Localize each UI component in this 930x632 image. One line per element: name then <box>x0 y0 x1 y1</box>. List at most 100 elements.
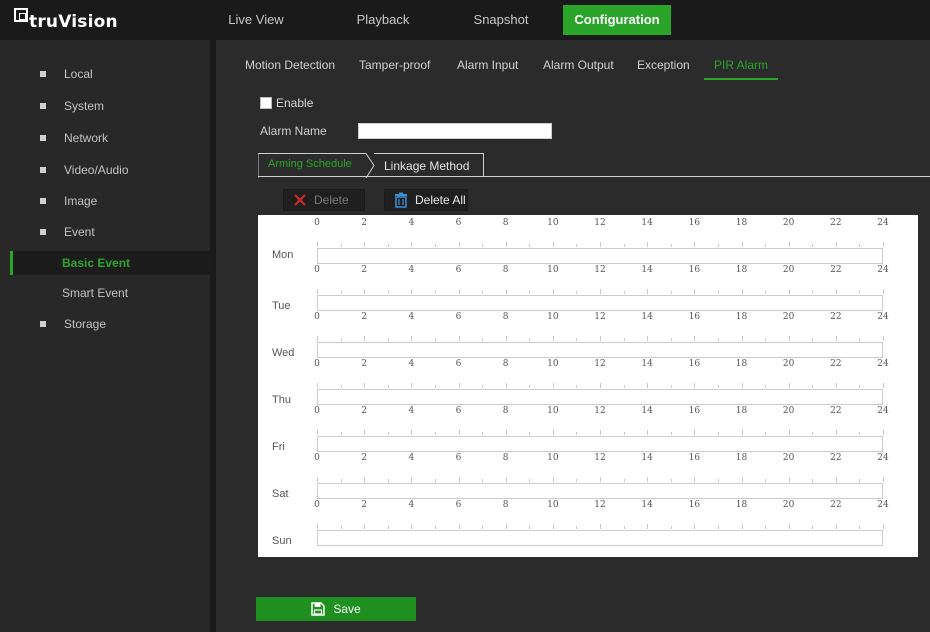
schedule-row-thu: Thu 0 2 4 6 8 10 12 14 16 18 20 22 24 <box>258 356 918 406</box>
subtab-alarm-input[interactable]: Alarm Input <box>457 58 518 80</box>
nav-tab-playback[interactable]: Playback <box>350 5 416 35</box>
brand-name: truVision <box>29 12 118 32</box>
hour-tick <box>482 338 484 341</box>
hour-tick <box>788 336 790 341</box>
tab-linkage-method[interactable]: Linkage Method <box>374 153 484 177</box>
subtab-exception[interactable]: Exception <box>637 58 690 80</box>
hour-label: 10 <box>547 218 559 228</box>
sidebar-item-label: Network <box>64 131 109 145</box>
hour-tick <box>340 526 342 529</box>
hour-tick <box>623 479 625 482</box>
sidebar-item-smart-event[interactable]: Smart Event <box>10 281 210 305</box>
truvision-logo-icon <box>14 8 28 22</box>
hour-tick <box>717 338 719 341</box>
hour-tick <box>529 432 531 435</box>
hour-label: 24 <box>877 500 889 510</box>
sidebar-item-system[interactable]: System <box>10 94 210 118</box>
hour-tick <box>576 291 578 294</box>
hour-label: 16 <box>688 265 701 275</box>
hour-tick <box>694 477 696 482</box>
hour-label: 6 <box>455 265 462 275</box>
hour-tick <box>694 383 696 388</box>
hour-label: 18 <box>735 312 748 322</box>
hour-label: 24 <box>877 406 889 416</box>
hour-tick <box>788 289 790 294</box>
hour-tick <box>788 524 790 529</box>
nav-tab-configuration[interactable]: Configuration <box>563 5 671 35</box>
hour-tick <box>835 242 837 247</box>
hour-label: 12 <box>594 265 606 275</box>
hour-tick <box>434 244 436 247</box>
hour-label: 14 <box>641 453 653 463</box>
hour-label: 12 <box>594 312 606 322</box>
subtab-pir-alarm[interactable]: PIR Alarm <box>704 58 779 80</box>
hour-tick <box>600 383 601 388</box>
alarm-name-input[interactable] <box>358 123 552 139</box>
hour-label: 20 <box>782 312 795 322</box>
hour-tick <box>765 338 767 341</box>
hour-tick <box>765 479 767 482</box>
sidebar-item-storage[interactable]: Storage <box>10 312 210 336</box>
hour-tick <box>741 383 743 388</box>
enable-checkbox[interactable] <box>260 97 272 109</box>
hour-tick <box>317 242 318 247</box>
hour-tick <box>670 338 672 341</box>
sidebar: Local System Network Video/Audio Image E… <box>0 40 210 632</box>
hour-tick <box>859 432 861 435</box>
sidebar-item-network[interactable]: Network <box>10 126 210 150</box>
hour-tick <box>340 244 342 247</box>
hour-tick <box>387 432 389 435</box>
hour-label: 22 <box>830 453 842 463</box>
hour-tick <box>741 336 743 341</box>
hour-tick <box>647 289 649 294</box>
hour-label: 24 <box>877 359 889 369</box>
hour-tick <box>340 291 342 294</box>
hour-tick <box>552 336 554 341</box>
hour-tick <box>647 336 649 341</box>
hour-label: 10 <box>547 500 559 510</box>
hour-label: 8 <box>502 500 509 510</box>
sidebar-item-label: Basic Event <box>62 256 131 270</box>
hour-tick <box>364 524 366 529</box>
schedule-bar-sun[interactable] <box>317 530 883 546</box>
hour-tick <box>482 244 484 247</box>
hour-tick <box>741 524 743 529</box>
hour-tick <box>812 385 814 388</box>
hour-tick <box>741 430 743 435</box>
hour-tick <box>458 242 460 247</box>
tab-arming-schedule[interactable]: Arming Schedule <box>258 153 375 178</box>
hour-tick <box>434 385 436 388</box>
save-button[interactable]: Save <box>256 597 416 621</box>
nav-tab-snapshot[interactable]: Snapshot <box>466 5 536 35</box>
hour-label: 8 <box>502 218 509 228</box>
sidebar-item-basic-event[interactable]: Basic Event <box>10 251 210 275</box>
alarm-name-label: Alarm Name <box>260 124 327 138</box>
hour-label: 24 <box>877 218 889 228</box>
delete-button[interactable]: Delete <box>283 189 365 211</box>
hour-tick <box>576 244 578 247</box>
enable-row: Enable <box>260 95 313 111</box>
hour-tick <box>505 383 507 388</box>
hour-tick <box>458 289 460 294</box>
hour-tick <box>529 479 531 482</box>
sidebar-item-video-audio[interactable]: Video/Audio <box>10 158 210 182</box>
hour-label: 18 <box>735 359 748 369</box>
subtab-motion-detection[interactable]: Motion Detection <box>245 58 335 80</box>
hour-tick <box>482 385 484 388</box>
hour-tick <box>694 336 696 341</box>
sidebar-item-event[interactable]: Event <box>10 220 210 244</box>
sidebar-item-image[interactable]: Image <box>10 189 210 213</box>
hour-tick <box>600 242 601 247</box>
hour-tick <box>576 385 578 388</box>
hour-label: 0 <box>314 312 320 322</box>
nav-tab-live-view[interactable]: Live View <box>222 5 290 35</box>
hour-label: 14 <box>641 359 653 369</box>
hour-tick <box>835 383 837 388</box>
sidebar-item-local[interactable]: Local <box>10 62 210 86</box>
hour-label: 10 <box>547 265 559 275</box>
delete-all-button[interactable]: Delete All <box>384 189 468 211</box>
subtab-alarm-output[interactable]: Alarm Output <box>543 58 614 80</box>
subtab-tamper-proof[interactable]: Tamper-proof <box>359 58 430 80</box>
hour-label: 22 <box>830 500 842 510</box>
hour-tick <box>387 244 389 247</box>
